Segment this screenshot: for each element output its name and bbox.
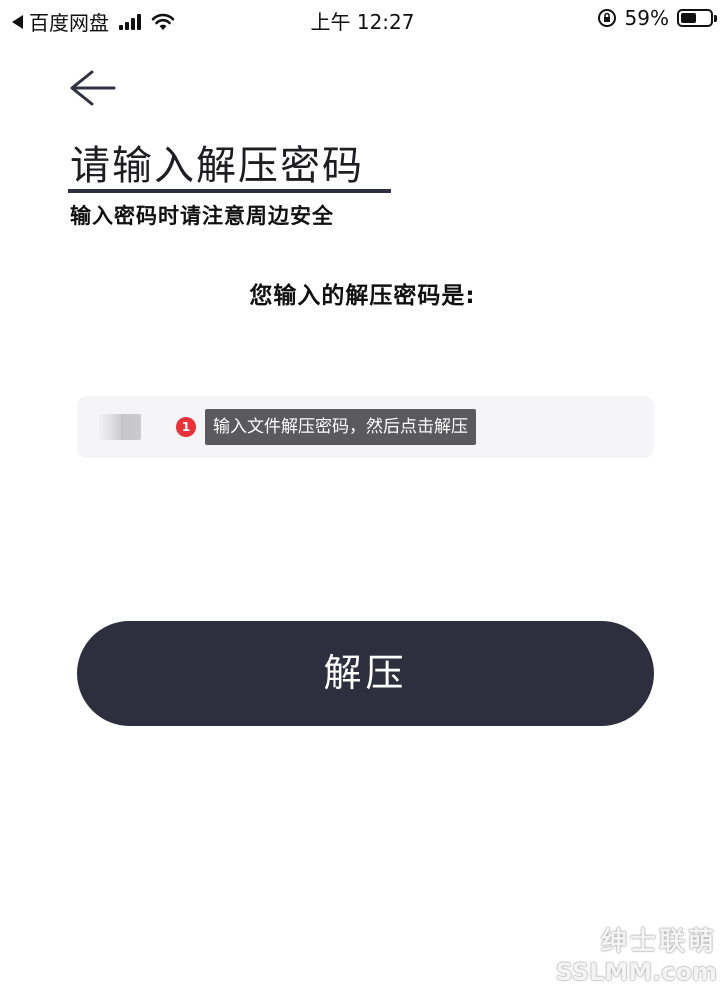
battery-percent: 59% (624, 6, 669, 30)
title-underline (68, 189, 391, 193)
annotation-badge: 1 (176, 417, 196, 437)
rotation-lock-icon (597, 9, 616, 27)
watermark: 绅士联萌 SSLMM.com (556, 921, 717, 986)
page-title: 请输入解压密码 (70, 143, 364, 189)
blurred-password-value (99, 414, 141, 440)
status-bar: 百度网盘 上午 12:27 59% (0, 0, 725, 36)
page-subtitle: 输入密码时请注意周边安全 (70, 204, 334, 228)
watermark-line1: 绅士联萌 (600, 927, 717, 957)
arrow-left-icon[interactable] (66, 66, 118, 110)
watermark-line2: SSLMM.com (555, 958, 717, 986)
status-right: 59% (597, 6, 717, 30)
password-prompt-label: 您输入的解压密码是: (249, 283, 476, 309)
annotation-tooltip: 输入文件解压密码，然后点击解压 (205, 409, 476, 445)
battery-icon (677, 9, 717, 27)
unzip-button[interactable]: 解压 (77, 621, 654, 726)
